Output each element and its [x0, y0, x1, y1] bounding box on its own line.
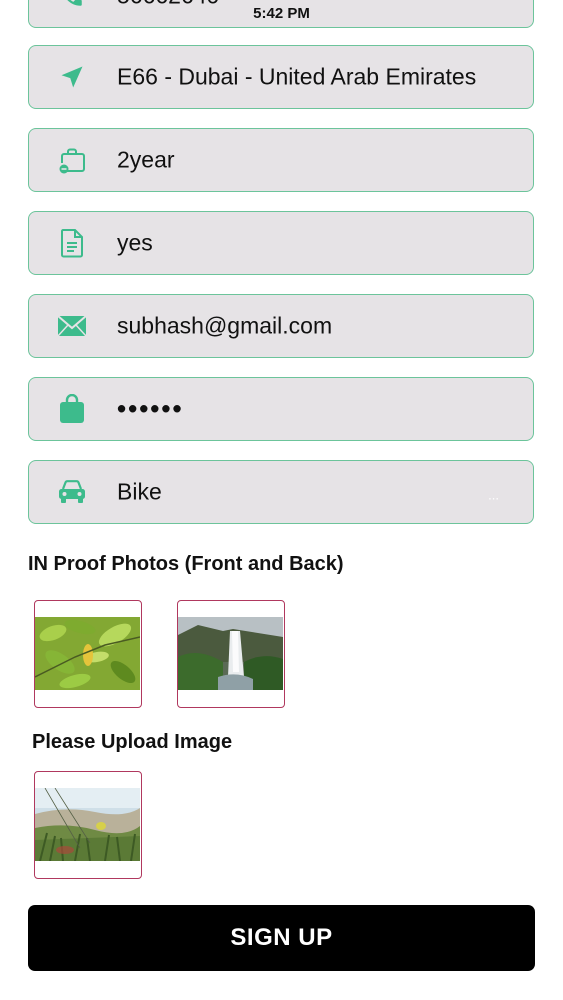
location-arrow-icon — [57, 62, 87, 92]
document-icon — [57, 228, 87, 258]
location-field[interactable]: E66 - Dubai - United Arab Emirates — [28, 45, 534, 109]
email-field[interactable]: subhash@gmail.com — [28, 294, 534, 358]
bag-icon — [57, 394, 87, 424]
location-value: E66 - Dubai - United Arab Emirates — [117, 63, 477, 90]
email-value: subhash@gmail.com — [117, 312, 333, 339]
grass-image — [35, 788, 140, 861]
document-value: yes — [117, 229, 153, 256]
vehicle-field[interactable]: Bike ... — [28, 460, 534, 524]
password-field[interactable]: •••••• — [28, 377, 534, 441]
status-bar-time: 5:42 PM — [253, 5, 310, 22]
vehicle-more-indicator: ... — [488, 487, 499, 503]
leaves-image — [35, 617, 140, 690]
password-value: •••••• — [117, 393, 184, 424]
proof-photos-title: IN Proof Photos (Front and Back) — [28, 553, 344, 575]
experience-value: 2year — [117, 146, 175, 173]
upload-image-title: Please Upload Image — [32, 731, 233, 753]
sign-up-button[interactable]: SIGN UP — [28, 905, 535, 971]
car-icon — [57, 477, 87, 507]
document-field[interactable]: yes — [28, 211, 534, 275]
waterfall-image — [178, 617, 283, 690]
upload-image-slot[interactable] — [34, 771, 142, 879]
experience-field[interactable]: 2year — [28, 128, 534, 192]
proof-photo-back[interactable] — [177, 600, 285, 708]
proof-photo-front[interactable] — [34, 600, 142, 708]
briefcase-minus-icon — [57, 145, 87, 175]
envelope-icon — [57, 311, 87, 341]
vehicle-value: Bike — [117, 478, 162, 505]
